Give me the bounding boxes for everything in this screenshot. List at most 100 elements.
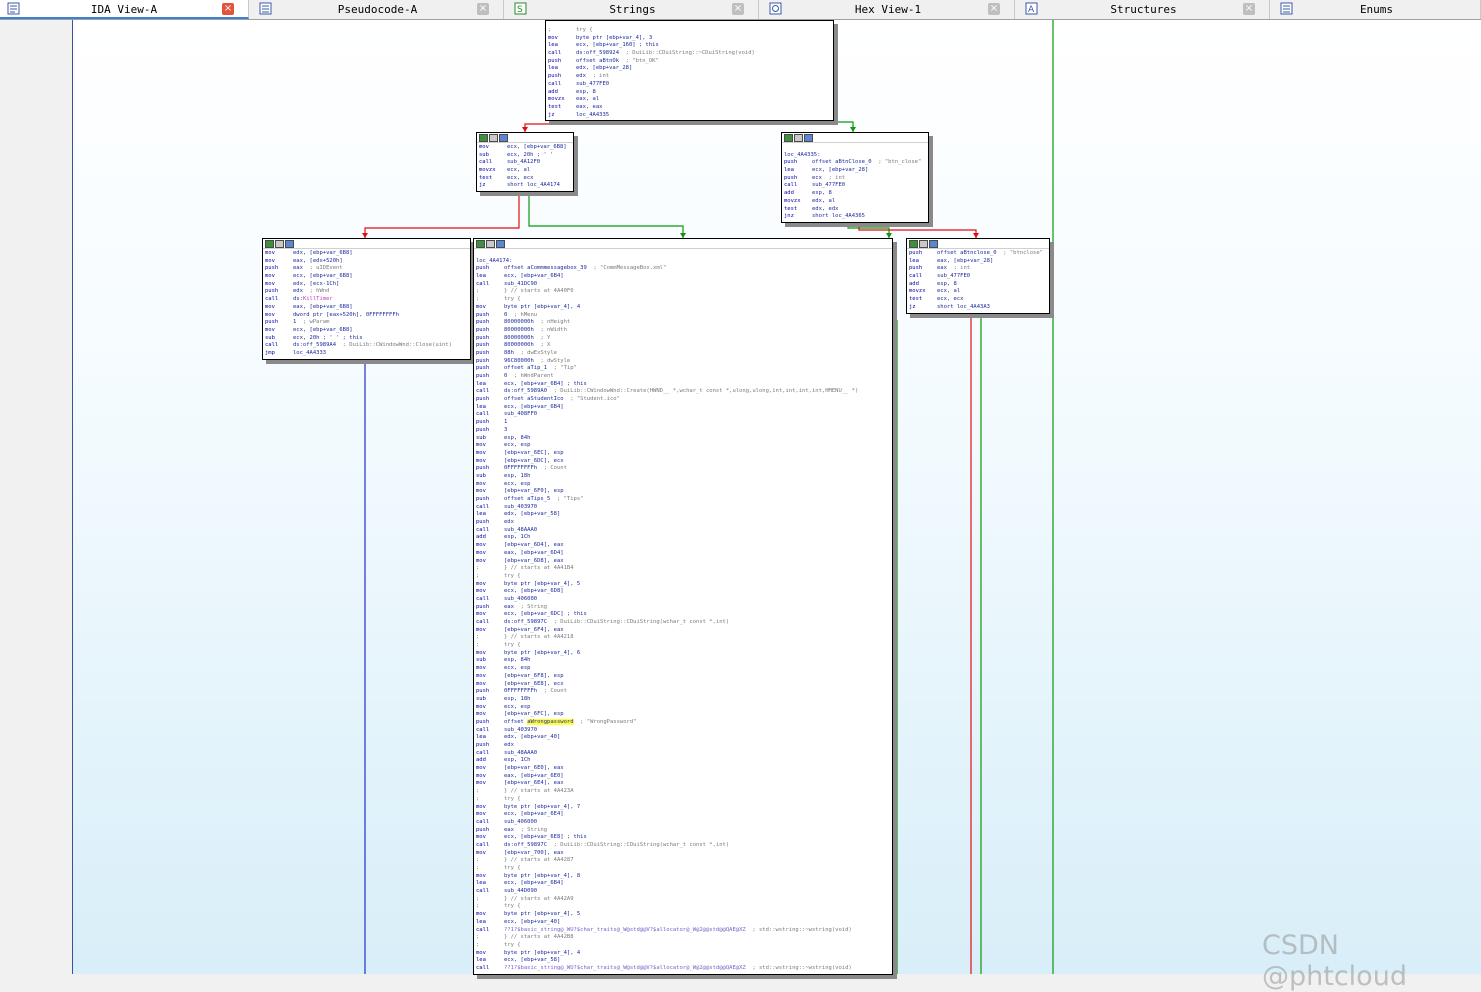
asm-line[interactable]: mov ecx, [ebp+var_6B8] <box>479 144 571 152</box>
asm-line[interactable]: ;} // starts at 4A4218 <box>476 634 890 642</box>
asm-line[interactable]: jz short loc_4A4174 <box>479 182 571 190</box>
color-icon[interactable] <box>265 240 274 248</box>
asm-line[interactable]: mov ecx, esp <box>476 481 890 489</box>
asm-line[interactable]: ; try { <box>476 573 890 581</box>
asm-line[interactable]: mov [ebp+var_6F0], esp <box>476 488 890 496</box>
edge-true-mid-left[interactable] <box>528 192 684 238</box>
asm-line[interactable]: ; try { <box>476 865 890 873</box>
color-icon[interactable] <box>476 240 485 248</box>
asm-line[interactable]: add esp, 8 <box>909 281 1047 289</box>
asm-line[interactable]: mov byte ptr [ebp+var_4], 5 <box>476 581 890 589</box>
asm-line[interactable]: call ??1?$basic_string@_WU?$char_traits@_… <box>476 927 890 935</box>
asm-line[interactable]: push edx <box>476 519 890 527</box>
asm-line[interactable]: call sub_48AAA0 <box>476 750 890 758</box>
close-icon[interactable]: × <box>477 3 489 15</box>
code-block-killtimer[interactable]: mov edx, [ebp+var_6B8] mov eax, [edx+520h] p… <box>262 238 471 360</box>
code-block-btnclose[interactable]: push offset aBtnclose_0 ; "btnclose" lea ea… <box>906 238 1050 314</box>
tab-ida-view-a[interactable]: IDA View-A × <box>0 0 249 19</box>
code-block-mid-right[interactable]: loc_4A4335: push offset aBtnClose_0 ; "btn… <box>781 132 929 223</box>
group-icon[interactable] <box>496 240 505 248</box>
edge-false-mid-right[interactable] <box>858 222 977 238</box>
asm-line[interactable]: call ds:off_598924 ; DuiLib::CDuiString::… <box>548 50 831 58</box>
asm-line[interactable]: call ds:KillTimer <box>265 296 468 304</box>
asm-line[interactable]: lea ecx, [ebp+var_28] <box>784 167 926 175</box>
asm-line[interactable]: ; try { <box>476 903 890 911</box>
code-block-mid-left[interactable]: mov ecx, [ebp+var_6B8] sub ecx, 20h ; ' ' ca… <box>476 132 574 193</box>
asm-line[interactable]: ;} // starts at 4A42A9 <box>476 896 890 904</box>
asm-line[interactable]: ; try { <box>476 796 890 804</box>
asm-line[interactable]: add esp, 1Ch <box>476 757 890 765</box>
asm-line[interactable]: push 80000000h ; Y <box>476 335 890 343</box>
graph-icon[interactable] <box>275 240 284 248</box>
asm-line[interactable]: loc_4A4335: <box>784 152 926 160</box>
asm-line[interactable]: mov [ebp+var_6E8], ecx <box>476 681 890 689</box>
code-block-top[interactable]: ; try {mov byte ptr [ebp+var_4], 3 lea ecx, … <box>545 20 834 122</box>
asm-line[interactable]: loc_4A4174: <box>476 258 890 266</box>
asm-line[interactable]: push offset aTip_1 ; "Tip" <box>476 365 890 373</box>
asm-line[interactable]: test eax, eax <box>548 104 831 112</box>
asm-line[interactable]: ;} // starts at 4A4287 <box>476 857 890 865</box>
asm-line[interactable]: ; try { <box>476 942 890 950</box>
tab-pseudocode-a[interactable]: Pseudocode-A × <box>252 0 504 19</box>
asm-line[interactable]: lea ecx, [ebp+var_6B4] <box>476 404 890 412</box>
asm-line[interactable]: push 1 ; wParam <box>265 319 468 327</box>
asm-line[interactable]: ; try { <box>476 296 890 304</box>
asm-line[interactable]: mov byte ptr [ebp+var_4], 7 <box>476 804 890 812</box>
asm-line[interactable]: mov ecx, [ebp+var_6D8] <box>476 588 890 596</box>
asm-line[interactable]: call sub_4A12F0 <box>479 159 571 167</box>
asm-line[interactable]: sub esp, 84h <box>476 657 890 665</box>
asm-line[interactable]: push 0FFFFFFFFh ; Count <box>476 688 890 696</box>
tab-structures[interactable]: A Structures × <box>1018 0 1270 19</box>
asm-line[interactable]: ;} // starts at 4A40F0 <box>476 288 890 296</box>
asm-line[interactable]: movzx eax, al <box>548 96 831 104</box>
asm-line[interactable]: mov [ebp+var_700], eax <box>476 850 890 858</box>
asm-line[interactable]: lea ecx, [ebp+var_160] ; this <box>548 42 831 50</box>
asm-line[interactable]: sub ecx, 20h ; ' ' ; this <box>265 335 468 343</box>
asm-line[interactable] <box>784 144 926 152</box>
asm-line[interactable]: push 80000000h ; nWidth <box>476 327 890 335</box>
asm-line[interactable]: push 0FFFFFFFFh ; Count <box>476 465 890 473</box>
asm-line[interactable]: mov ecx, [ebp+var_6E4] <box>476 811 890 819</box>
group-icon[interactable] <box>929 240 938 248</box>
asm-line[interactable]: movzx ecx, al <box>479 167 571 175</box>
close-icon[interactable]: × <box>988 3 1000 15</box>
asm-line[interactable]: jnz short loc_4A4365 <box>784 213 926 221</box>
color-icon[interactable] <box>909 240 918 248</box>
asm-line[interactable]: ; try { <box>548 27 831 35</box>
asm-line[interactable]: call ds:off_5989A0 ; DuiLib::CWindowWnd::… <box>476 388 890 396</box>
asm-line[interactable]: mov ecx, esp <box>476 665 890 673</box>
asm-line[interactable]: push offset aWrongpassword ; "WrongPasswo… <box>476 718 890 727</box>
asm-line[interactable]: push 88h ; dwExStyle <box>476 350 890 358</box>
asm-line[interactable]: call sub_477FE0 <box>548 81 831 89</box>
asm-line[interactable]: ;} // starts at 4A423A <box>476 788 890 796</box>
highlighted-symbol[interactable]: aWrongpassword <box>527 718 574 725</box>
asm-line[interactable]: ;} // starts at 4A41B4 <box>476 565 890 573</box>
asm-line[interactable]: push eax ; int <box>909 265 1047 273</box>
tab-enums[interactable]: Enums <box>1273 0 1481 19</box>
asm-line[interactable]: test edx, edx <box>784 206 926 214</box>
asm-line[interactable]: mov ecx, [ebp+var_6DC] ; this <box>476 611 890 619</box>
graph-icon[interactable] <box>794 134 803 142</box>
asm-line[interactable]: push 3 <box>476 427 890 435</box>
asm-line[interactable]: mov ecx, [ebp+var_6E8] ; this <box>476 834 890 842</box>
asm-line[interactable]: call sub_48AAA0 <box>476 527 890 535</box>
asm-line[interactable]: mov eax, [ebp+var_6D4] <box>476 550 890 558</box>
graph-icon[interactable] <box>919 240 928 248</box>
asm-line[interactable]: ; try { <box>476 642 890 650</box>
asm-line[interactable]: sub esp, 18h <box>476 473 890 481</box>
asm-line[interactable]: mov edx, [ecx-1Ch] <box>265 281 468 289</box>
asm-line[interactable]: mov ecx, esp <box>476 704 890 712</box>
asm-line[interactable]: call sub_403970 <box>476 504 890 512</box>
asm-line[interactable]: mov ecx, esp <box>476 442 890 450</box>
asm-line[interactable]: push eax ; String <box>476 827 890 835</box>
asm-line[interactable]: call sub_406000 <box>476 596 890 604</box>
asm-line[interactable]: mov [ebp+var_6DC], ecx <box>476 458 890 466</box>
asm-line[interactable]: jmp loc_4A4333 <box>265 350 468 358</box>
asm-line[interactable]: mov ecx, [ebp+var_6B8] <box>265 273 468 281</box>
asm-line[interactable]: call sub_406000 <box>476 819 890 827</box>
asm-line[interactable]: mov eax, [ebp+var_6E0] <box>476 773 890 781</box>
graph-icon[interactable] <box>486 240 495 248</box>
asm-line[interactable]: test ecx, ecx <box>479 175 571 183</box>
asm-line[interactable]: lea edx, [ebp+var_28] <box>548 65 831 73</box>
close-icon[interactable]: × <box>222 3 234 15</box>
